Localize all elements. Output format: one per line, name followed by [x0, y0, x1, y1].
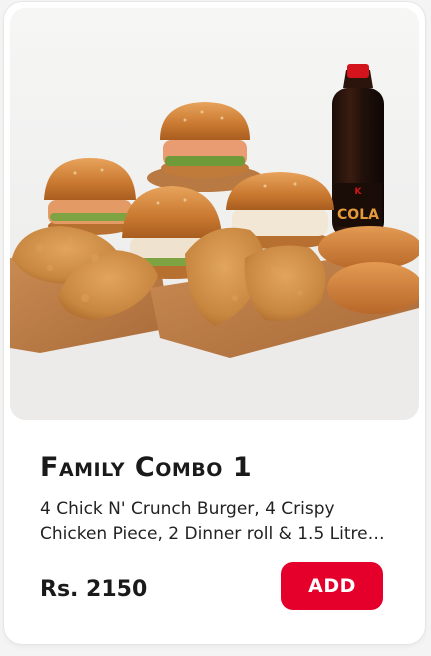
svg-text:K: K	[355, 187, 363, 197]
product-price: Rs. 2150	[40, 577, 148, 602]
product-title: Family Combo 1	[40, 452, 253, 483]
bottle-label: COLA	[337, 207, 379, 223]
product-description: 4 Chick N' Crunch Burger, 4 Crispy Chick…	[40, 499, 368, 544]
product-image: COLA K	[10, 8, 419, 420]
add-to-cart-button[interactable]: ADD	[281, 562, 383, 610]
product-image-illustration: COLA K	[10, 8, 419, 420]
product-card[interactable]: COLA K Family Combo 1 4 Chick N' Crunch …	[4, 2, 425, 644]
